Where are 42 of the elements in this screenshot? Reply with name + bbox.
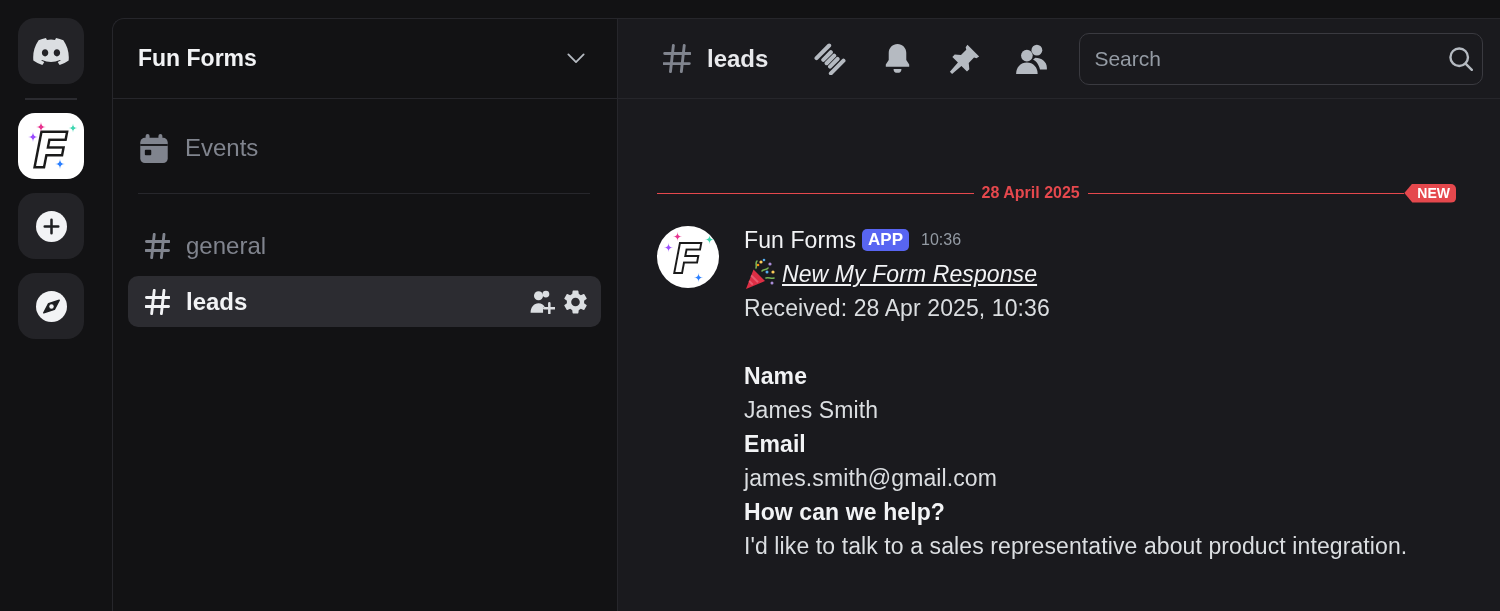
sparkle-icon (705, 235, 714, 244)
hash-icon (145, 232, 170, 259)
pin-icon[interactable] (949, 43, 981, 74)
server-button[interactable]: F (18, 113, 84, 179)
hash-icon (663, 44, 691, 73)
new-badge: NEW (1404, 183, 1456, 203)
channel-item[interactable]: leads (128, 276, 601, 327)
app-tag: APP (862, 229, 910, 251)
hash-icon (145, 288, 170, 315)
party-popper-icon (744, 258, 776, 290)
avatar[interactable]: F (657, 226, 719, 288)
field-label: How can we help? (744, 498, 946, 527)
field-label: Email (744, 430, 807, 459)
field-value: james.smith@gmail.com (744, 464, 998, 493)
channel-item[interactable]: general (128, 220, 601, 271)
field-value: I'd like to talk to a sales representative about product integration. (744, 532, 1408, 561)
sparkle-icon (694, 273, 703, 282)
discover-button[interactable] (18, 273, 84, 339)
person-plus-icon[interactable] (530, 289, 555, 314)
controller-logo-icon (33, 37, 69, 65)
chevron-down-icon[interactable] (567, 53, 585, 64)
sparkles-icon (28, 122, 78, 169)
diagonal-bars-icon[interactable] (814, 42, 847, 75)
add-server-button[interactable] (18, 193, 84, 259)
search-icon[interactable] (1449, 46, 1473, 71)
author-name[interactable]: Fun Forms (744, 223, 857, 257)
plus-icon (35, 210, 67, 242)
field-label: Name (744, 362, 809, 391)
people-icon[interactable] (1016, 43, 1048, 74)
calendar-icon (140, 133, 168, 163)
response-link[interactable]: New My Form Response (782, 257, 1038, 291)
search-field[interactable]: Search (1079, 32, 1483, 85)
events-link[interactable]: Events (140, 130, 259, 166)
server-name[interactable]: Fun Forms (138, 45, 257, 72)
channel-title: leads (707, 44, 769, 73)
home-button[interactable] (18, 18, 84, 84)
date-divider-label: 28 April 2025 (980, 184, 1081, 202)
timestamp: 10:36 (921, 230, 962, 250)
received-text: Received: 28 Apr 2025, 10:36 (744, 294, 1051, 323)
compass-icon (35, 290, 67, 322)
field-value: James Smith (744, 396, 880, 425)
settings-icon[interactable] (563, 289, 588, 314)
